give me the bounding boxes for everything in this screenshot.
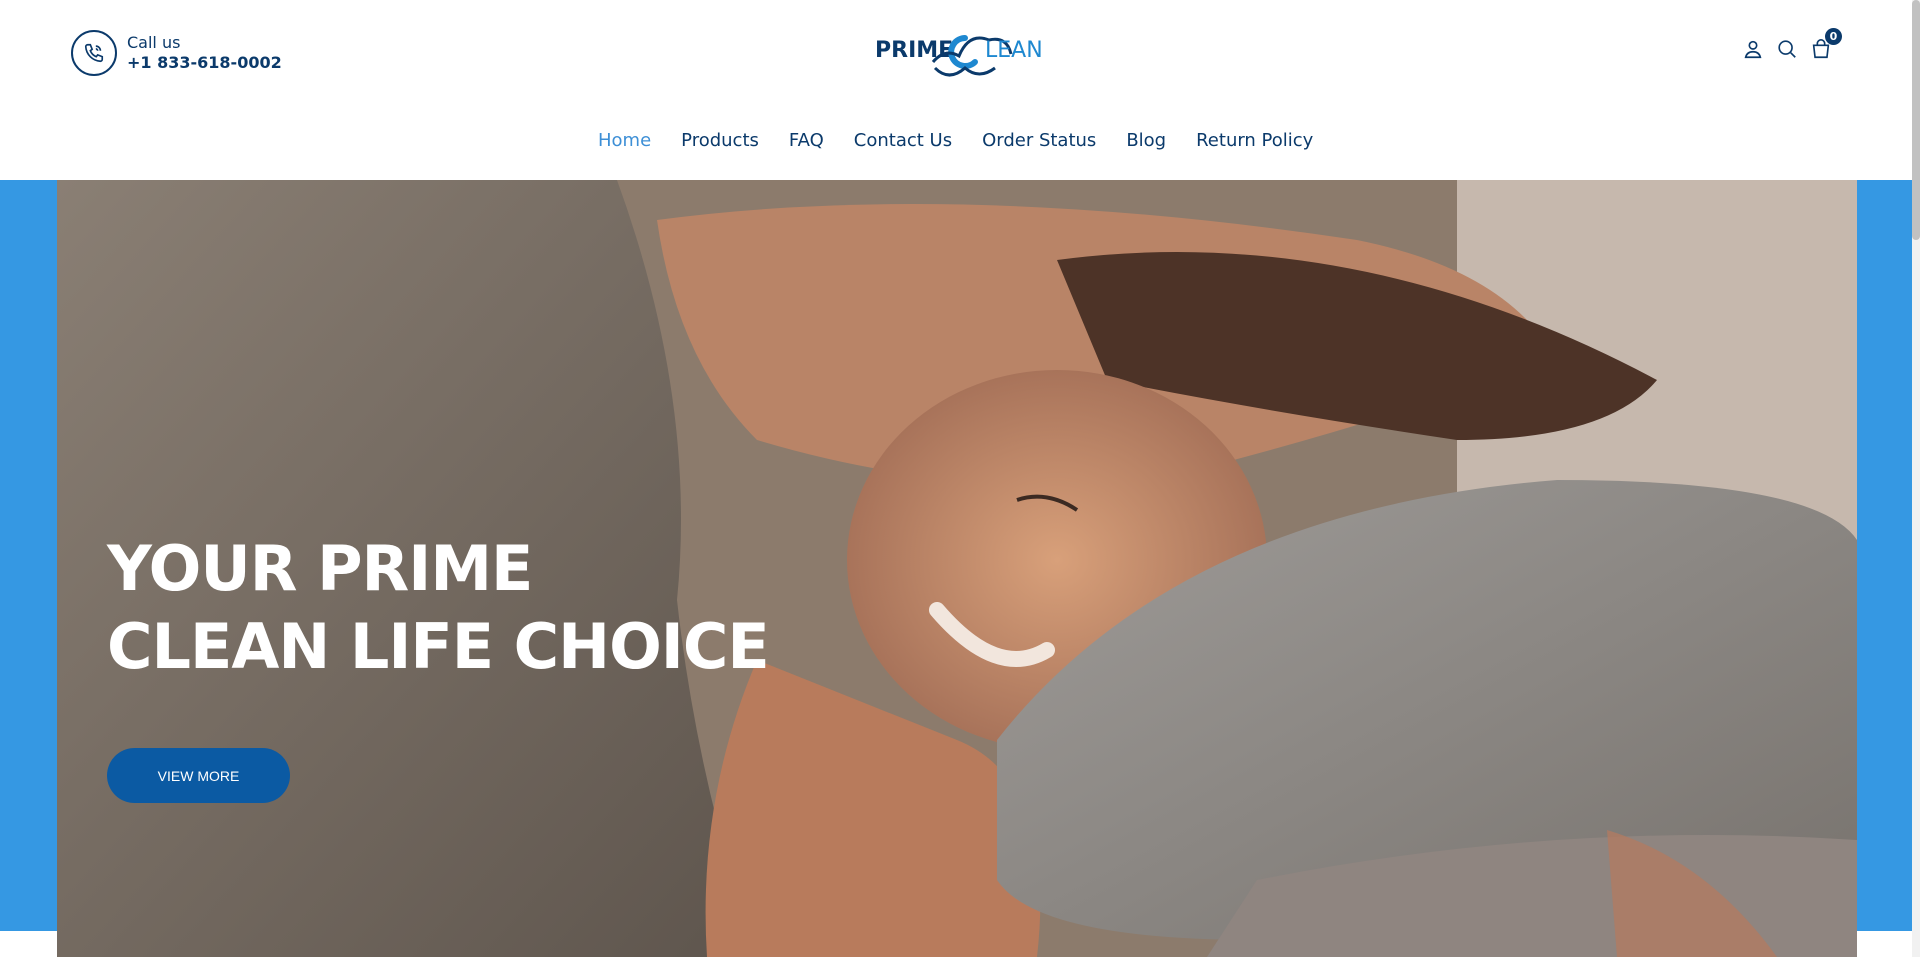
hero-banner: YOUR PRIME CLEAN LIFE CHOICE VIEW MORE [57, 180, 1857, 957]
hero-title-line1: YOUR PRIME [107, 532, 533, 605]
nav-order-status[interactable]: Order Status [982, 130, 1096, 151]
call-us-label: Call us [127, 33, 181, 52]
call-us-block[interactable]: Call us +1 833-618-0002 [71, 30, 282, 76]
nav-faq[interactable]: FAQ [789, 130, 824, 151]
hero-bottom-edge-right [1857, 931, 1912, 957]
main-nav: Home Products FAQ Contact Us Order Statu… [598, 130, 1313, 151]
hero-title: YOUR PRIME CLEAN LIFE CHOICE [107, 530, 770, 686]
nav-home[interactable]: Home [598, 130, 651, 151]
page-scrollbar[interactable] [1912, 0, 1920, 957]
hero-title-line2: CLEAN LIFE CHOICE [107, 610, 770, 683]
nav-blog[interactable]: Blog [1126, 130, 1166, 151]
logo-text-prime: PRIME [875, 38, 953, 63]
user-icon[interactable] [1742, 36, 1764, 62]
nav-contact-us[interactable]: Contact Us [854, 130, 952, 151]
cart-icon[interactable]: 0 [1810, 28, 1842, 62]
header-icons: 0 [1742, 28, 1842, 62]
nav-products[interactable]: Products [681, 130, 759, 151]
logo-text-lean: LEAN [985, 38, 1043, 63]
view-more-button[interactable]: VIEW MORE [107, 748, 290, 803]
search-icon[interactable] [1776, 36, 1798, 62]
scrollbar-thumb[interactable] [1912, 0, 1920, 240]
phone-icon [71, 30, 117, 76]
hero-bottom-edge-left [0, 931, 57, 957]
phone-number[interactable]: +1 833-618-0002 [127, 53, 282, 73]
site-header: Call us +1 833-618-0002 PRIME LEAN 0 Hom… [0, 0, 1920, 180]
nav-return-policy[interactable]: Return Policy [1196, 130, 1313, 151]
cart-count-badge: 0 [1825, 28, 1842, 45]
site-logo[interactable]: PRIME LEAN [873, 22, 1043, 82]
